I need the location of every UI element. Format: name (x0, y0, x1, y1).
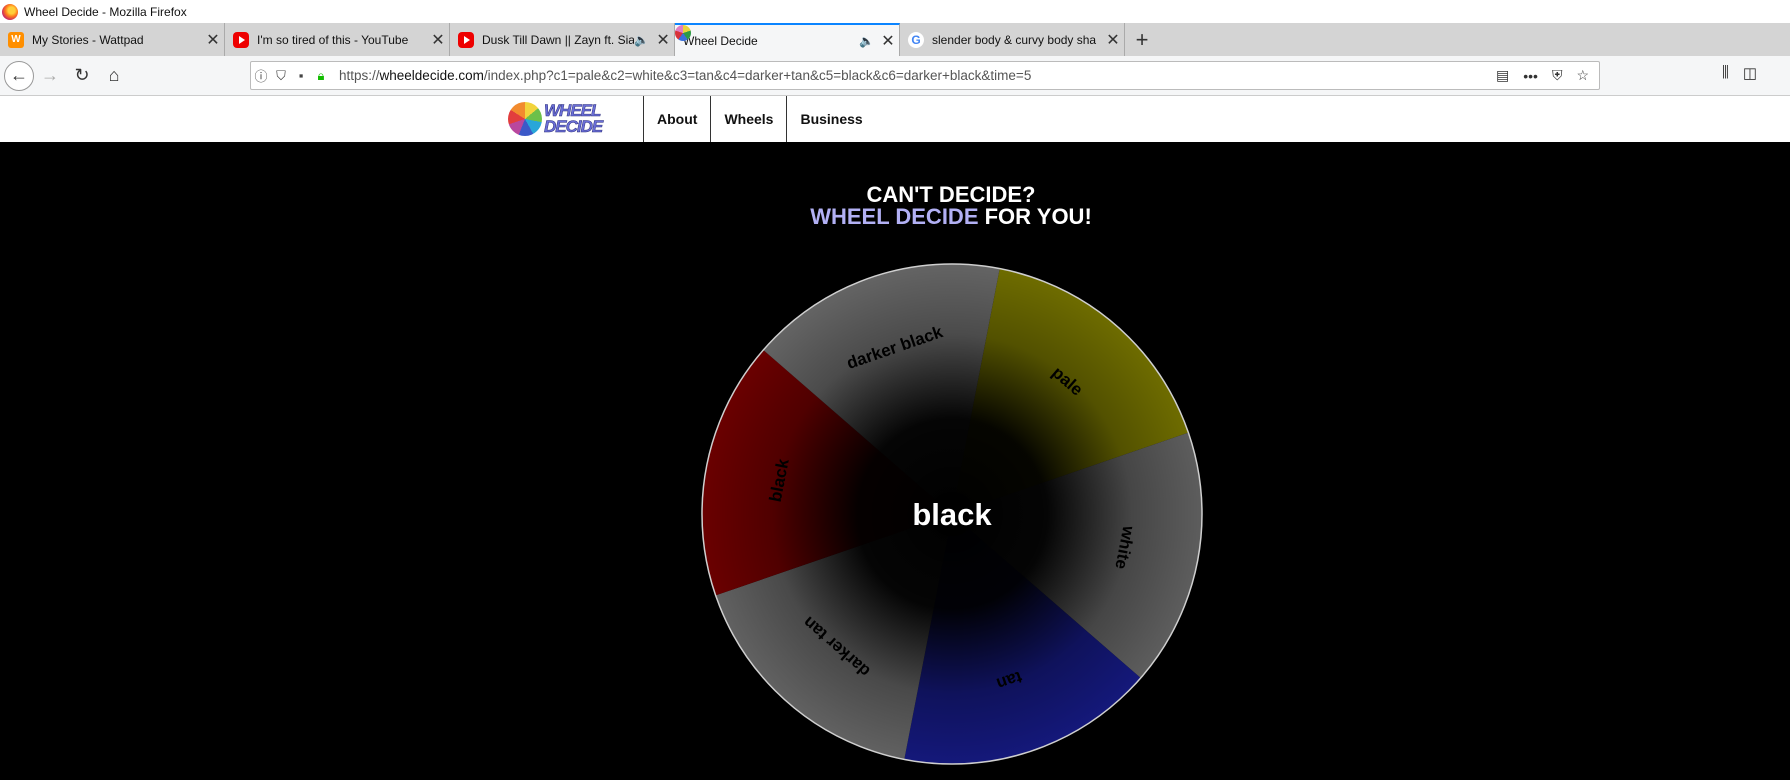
logo-text: WHEEL DECIDE (544, 102, 604, 136)
navigation-bar: ← → ↻ ⌂ ⓘ ⛉ ▪ 🔒︎ https://wheeldecide.com… (0, 56, 1790, 96)
url-bar[interactable]: ⓘ ⛉ ▪ 🔒︎ https://wheeldecide.com/index.p… (250, 61, 1600, 90)
google-icon: G (908, 31, 924, 48)
wheel-decide-icon (675, 25, 691, 41)
reader-view-icon[interactable]: ▤ (1496, 67, 1509, 84)
site-header: WHEEL DECIDE About Wheels Business (0, 96, 1790, 142)
tab-youtube-tired[interactable]: I'm so tired of this - YouTube ✕ (225, 23, 450, 56)
tab-strip: W My Stories - Wattpad ✕ I'm so tired of… (0, 23, 1790, 56)
close-icon[interactable]: ✕ (427, 30, 449, 50)
reload-button[interactable]: ↻ (66, 60, 98, 92)
window-title: Wheel Decide - Mozilla Firefox (24, 4, 187, 19)
tab-wattpad[interactable]: W My Stories - Wattpad ✕ (0, 23, 225, 56)
library-icon[interactable]: ⫼ (1722, 64, 1729, 82)
tab-wheel-decide[interactable]: Wheel Decide 🔈 ✕ (675, 23, 900, 56)
bookmark-star-icon[interactable]: ☆ (1576, 67, 1589, 84)
menu-wheels[interactable]: Wheels (710, 96, 786, 142)
decision-wheel[interactable]: palewhitetandarker tanblackdarker black … (0, 142, 1790, 780)
site-logo[interactable]: WHEEL DECIDE (508, 100, 628, 138)
firefox-icon (2, 3, 18, 20)
home-button[interactable]: ⌂ (98, 60, 130, 92)
tab-label: My Stories - Wattpad (32, 32, 144, 47)
window-titlebar: Wheel Decide - Mozilla Firefox (0, 0, 1790, 23)
tab-label: slender body & curvy body sha (932, 32, 1097, 47)
speaker-icon[interactable]: 🔈 (859, 34, 875, 48)
tab-youtube-dusk[interactable]: Dusk Till Dawn || Zayn ft. Sia 🔈 ✕ (450, 23, 675, 56)
tab-label: I'm so tired of this - YouTube (257, 32, 409, 47)
url-path: /index.php?c1=pale&c2=white&c3=tan&c4=da… (483, 68, 1032, 83)
logo-text-line2: DECIDE (544, 117, 604, 136)
close-icon[interactable]: ✕ (1102, 30, 1124, 50)
close-icon[interactable]: ✕ (202, 30, 224, 50)
speaker-icon[interactable]: 🔈 (634, 33, 650, 47)
forward-button[interactable]: → (34, 60, 66, 92)
lock-icon[interactable]: 🔒︎ (311, 68, 331, 84)
close-icon[interactable]: ✕ (652, 30, 674, 50)
wheel-logo-icon (508, 102, 542, 136)
sidebar-icon[interactable]: ◫ (1743, 64, 1757, 82)
close-icon[interactable]: ✕ (877, 31, 899, 51)
url-text[interactable]: https://wheeldecide.com/index.php?c1=pal… (339, 68, 1496, 83)
shield-icon[interactable]: ⛉ (271, 68, 291, 84)
wheel-result: black (912, 497, 992, 532)
new-tab-button[interactable]: + (1125, 23, 1159, 56)
permissions-icon[interactable]: ▪ (291, 68, 311, 83)
pocket-icon[interactable]: ⛨ (1552, 67, 1563, 84)
tab-label: Wheel Decide (683, 33, 758, 48)
youtube-icon (233, 31, 249, 48)
page-actions-icon[interactable]: ••• (1523, 68, 1538, 84)
menu-business[interactable]: Business (786, 96, 875, 142)
url-host: wheeldecide.com (379, 68, 484, 83)
youtube-icon (458, 31, 474, 48)
menu-about[interactable]: About (643, 96, 710, 142)
main-content: CAN'T DECIDE? WHEEL DECIDE FOR YOU! pale… (0, 142, 1790, 780)
url-scheme: https:// (339, 68, 380, 83)
site-menu: About Wheels Business (643, 96, 876, 142)
tab-label: Dusk Till Dawn || Zayn ft. Sia (482, 32, 635, 47)
back-button[interactable]: ← (4, 60, 34, 91)
info-icon[interactable]: ⓘ (251, 66, 271, 85)
tab-google[interactable]: G slender body & curvy body sha ✕ (900, 23, 1125, 56)
wattpad-icon: W (8, 31, 24, 48)
